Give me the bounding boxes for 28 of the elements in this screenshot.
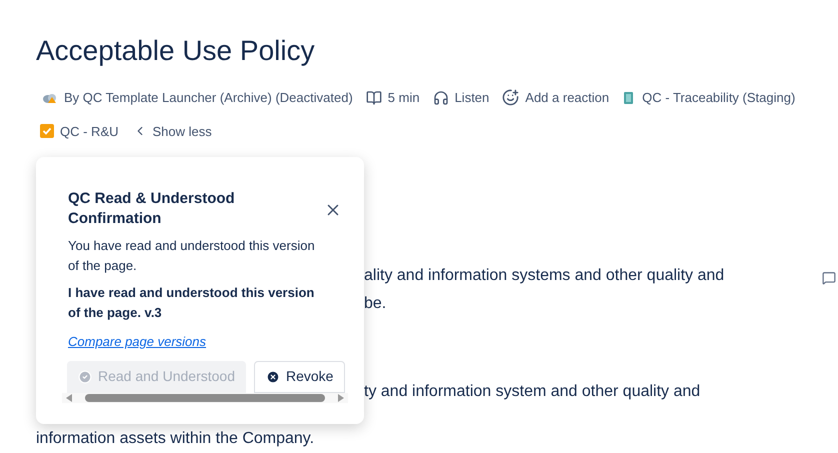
confirmation-text: I have read and understood this version of the page. v.3 bbox=[68, 284, 316, 322]
body-text: be. bbox=[364, 294, 386, 314]
scroll-left-icon[interactable] bbox=[66, 394, 72, 402]
compare-versions-link[interactable]: Compare page versions bbox=[68, 332, 206, 352]
scroll-right-icon[interactable] bbox=[338, 394, 344, 402]
check-circle-icon bbox=[78, 370, 92, 384]
body-text: ty and information system and other quality and bbox=[364, 382, 700, 402]
page-title: Acceptable Use Policy bbox=[36, 34, 316, 68]
meta-label: 5 min bbox=[388, 89, 420, 107]
popover-title: QC Read & Understood Confirmation bbox=[68, 189, 236, 229]
headphones-icon bbox=[432, 90, 449, 106]
comment-icon[interactable] bbox=[822, 271, 836, 285]
body-text: information assets within the Company. bbox=[36, 429, 314, 449]
meta-label[interactable]: QC - Traceability (Staging) bbox=[642, 88, 796, 108]
checkbox-icon bbox=[40, 124, 54, 138]
book-icon bbox=[366, 90, 382, 106]
smiley-plus-icon bbox=[502, 89, 520, 106]
meta-label[interactable]: Listen bbox=[454, 88, 490, 108]
body-text: ality and information systems and other quality and bbox=[364, 266, 724, 286]
popover-message: You have read and understood this version of the page. bbox=[68, 237, 316, 275]
revoke-button[interactable]: Revoke bbox=[254, 360, 346, 392]
show-less-link[interactable]: Show less bbox=[152, 122, 212, 141]
meta-label[interactable]: QC - R&U bbox=[60, 122, 118, 141]
cloud-icon bbox=[42, 92, 58, 104]
meta-label: By QC Template Launcher (Archive) (Deactivated) bbox=[64, 89, 353, 107]
x-circle-icon bbox=[266, 370, 280, 384]
meta-label[interactable]: Add a reaction bbox=[525, 88, 610, 108]
horizontal-scrollbar[interactable] bbox=[62, 393, 348, 403]
